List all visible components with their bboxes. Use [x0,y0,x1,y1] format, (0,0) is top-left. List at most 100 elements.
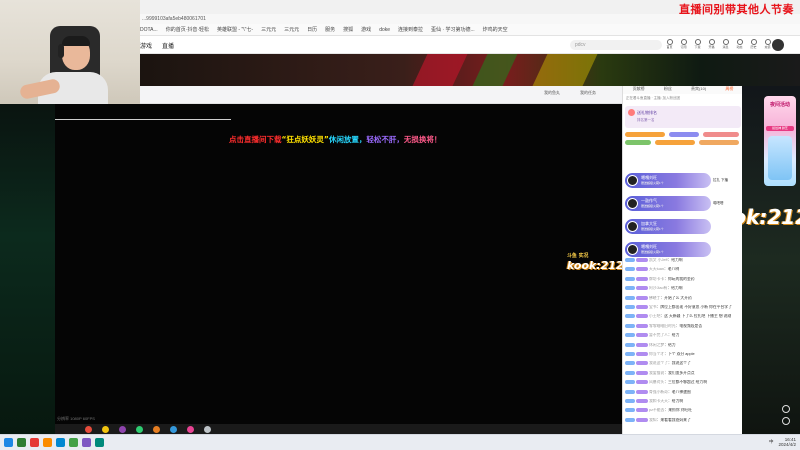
my-tasks-button[interactable]: 我的任务 [580,90,596,96]
activity-widget-button[interactable]: 拔给神 鲜芝 [766,126,794,131]
gift-item-icon[interactable] [204,425,211,433]
gift-item-icon[interactable] [119,425,126,433]
chat-user[interactable]: 凯文 小Jeff [649,258,668,262]
header-icon-订阅[interactable]: 订阅 [679,39,688,51]
taskbar-app-icon[interactable] [56,438,65,447]
video-player[interactable]: 点击直播间下载“狂点妖妖灵”休闲放置，轻松不肝，无损换将！ 分辨率 1080P … [55,104,624,424]
bookmark-item[interactable]: DOTA... [140,27,158,33]
refresh-icon[interactable] [782,405,790,413]
chat-tab[interactable]: 贡献榜 [633,86,645,94]
loading-line [55,119,231,120]
chat-user[interactable]: 宝书 [649,305,657,309]
header-icon-动态[interactable]: 动态 [735,39,744,51]
level-badge [625,276,635,281]
bookmark-item[interactable]: 连接到泰拉 [398,26,423,33]
chat-tab[interactable]: 贵宾(10) [691,86,706,94]
rank-badge [703,132,739,137]
activity-widget[interactable]: 夜间活动 拔给神 鲜芝 [764,96,796,186]
bookmark-item[interactable]: 搜狐 [343,26,353,33]
taskbar-app-icon[interactable] [82,438,91,447]
gift-rank-subtitle: 排名第一名 [637,118,655,122]
gift-extra-text: 噶吧嗒 [713,201,724,205]
header-icon-历史[interactable]: 历史 [749,39,758,51]
gift-item-icon[interactable] [102,425,109,433]
bookmark-item[interactable]: 三元元 [284,26,299,33]
chat-user[interactable]: 阿沙Jiao有 [649,286,667,290]
chat-user[interactable]: 我知 [649,418,657,422]
nav-game[interactable]: 游戏 [140,41,152,50]
nav-live[interactable]: 直播 [162,41,174,50]
bookmark-item[interactable]: 服务 [325,26,335,33]
gift-desc: 赠送超级火箭1个 [641,250,664,254]
chat-user[interactable]: 骨强小新奇 [649,390,668,394]
chat-user[interactable]: 休闲之梦 [649,343,664,347]
chat-message: 我说这个了：我说这个了 [625,361,741,366]
gift-bar [55,424,622,434]
ime-indicator[interactable]: 中 [769,439,774,445]
fan-badge [636,314,648,319]
taskbar-app-icon[interactable] [43,438,52,447]
taskbar-app-icon[interactable] [69,438,78,447]
gift-item-icon[interactable] [153,425,160,433]
chat-user[interactable]: 暂不完了人 [649,333,668,337]
level-badge [625,342,635,347]
taskbar-app-icon[interactable] [4,438,13,447]
header-icon-消息[interactable]: 消息 [721,39,730,51]
gift-card[interactable]: 噶嘎刘旺 赠送超级火箭1个 [625,242,711,257]
chat-user[interactable]: 天天tuan [649,267,664,271]
avatar [627,175,638,186]
rank-badge [669,132,699,137]
clock[interactable]: 16:41 2024/4/2 [778,437,796,447]
gift-item-icon[interactable] [187,425,194,433]
fan-badge [636,267,648,272]
level-badge [625,389,635,394]
gift-item-icon[interactable] [85,425,92,433]
avatar [627,221,638,232]
chat-user[interactable]: 你当个才 [649,352,664,356]
chat-user[interactable]: 我说这个了 [649,361,668,365]
chat-user[interactable]: 牌坊卡卡 [649,277,664,281]
header-icon-label: 动态 [736,45,743,49]
bookmark-item[interactable]: doke [379,27,390,33]
rank-badge [625,132,665,137]
chat-message: 风暴对头：三位都不够超过 给力啊 [625,380,741,385]
taskbar-app-icon[interactable] [30,438,39,447]
header-icon-开播[interactable]: 开播 [707,39,716,51]
chat-user[interactable]: 我爱猫说 [649,371,664,375]
rank-badge [625,140,651,145]
header-icon-下载[interactable]: 下载 [693,39,702,51]
chat-user[interactable]: pz不能去 [649,408,664,412]
chat-user[interactable]: 我和卡天天 [649,399,668,403]
my-fishball-button[interactable]: 我的鱼丸 [544,90,560,96]
gift-card[interactable]: 一鼓作气 赠送超级火箭1个 [625,196,711,211]
level-badge [625,286,635,291]
chat-user[interactable]: 拂晓丁 [649,296,660,300]
bookmark-item[interactable]: 英雄联盟 - "\"七- [217,26,253,33]
chat-user[interactable]: 风暴对头 [649,380,664,384]
header-icon-首页[interactable]: 首页 [665,39,674,51]
header-icon-充值[interactable]: 充值 [763,39,772,51]
bookmark-item[interactable]: 歪仙 · 学习第功德... [431,26,475,33]
address-text[interactable]: ...9999103afa5eb480061701 [142,16,206,22]
gift-item-icon[interactable] [170,425,177,433]
settings-icon[interactable] [782,417,790,425]
taskbar-app-icon[interactable] [95,438,104,447]
bookmark-item[interactable]: 游戏 [361,26,371,33]
chat-user[interactable]: 小土吧 [649,314,660,318]
avatar [627,244,638,255]
chat-user[interactable]: 零零暗暗旧时光 [649,324,676,328]
bookmark-item[interactable]: 炸鸡的天空 [483,26,508,33]
search-input[interactable]: pdcv [570,40,662,50]
gift-card[interactable]: 加拿大狂 赠送超级火箭1个 [625,219,711,234]
taskbar-app-icon[interactable] [17,438,26,447]
gift-item-icon[interactable] [136,425,143,433]
chat-tab[interactable]: 粉丝 [664,86,672,94]
chat-tab[interactable]: 周榜 [725,86,733,94]
fan-badge [636,323,648,328]
avatar[interactable] [772,39,784,51]
gift-card[interactable]: 噶嘎刘旺 赠送超级火箭1个 [625,173,711,188]
bookmark-item[interactable]: 三元元 [261,26,276,33]
bookmark-item[interactable]: 日历 [307,26,317,33]
bookmark-item[interactable]: 你的首页·抖音·轻松 [166,26,209,33]
fan-badge [636,305,648,309]
